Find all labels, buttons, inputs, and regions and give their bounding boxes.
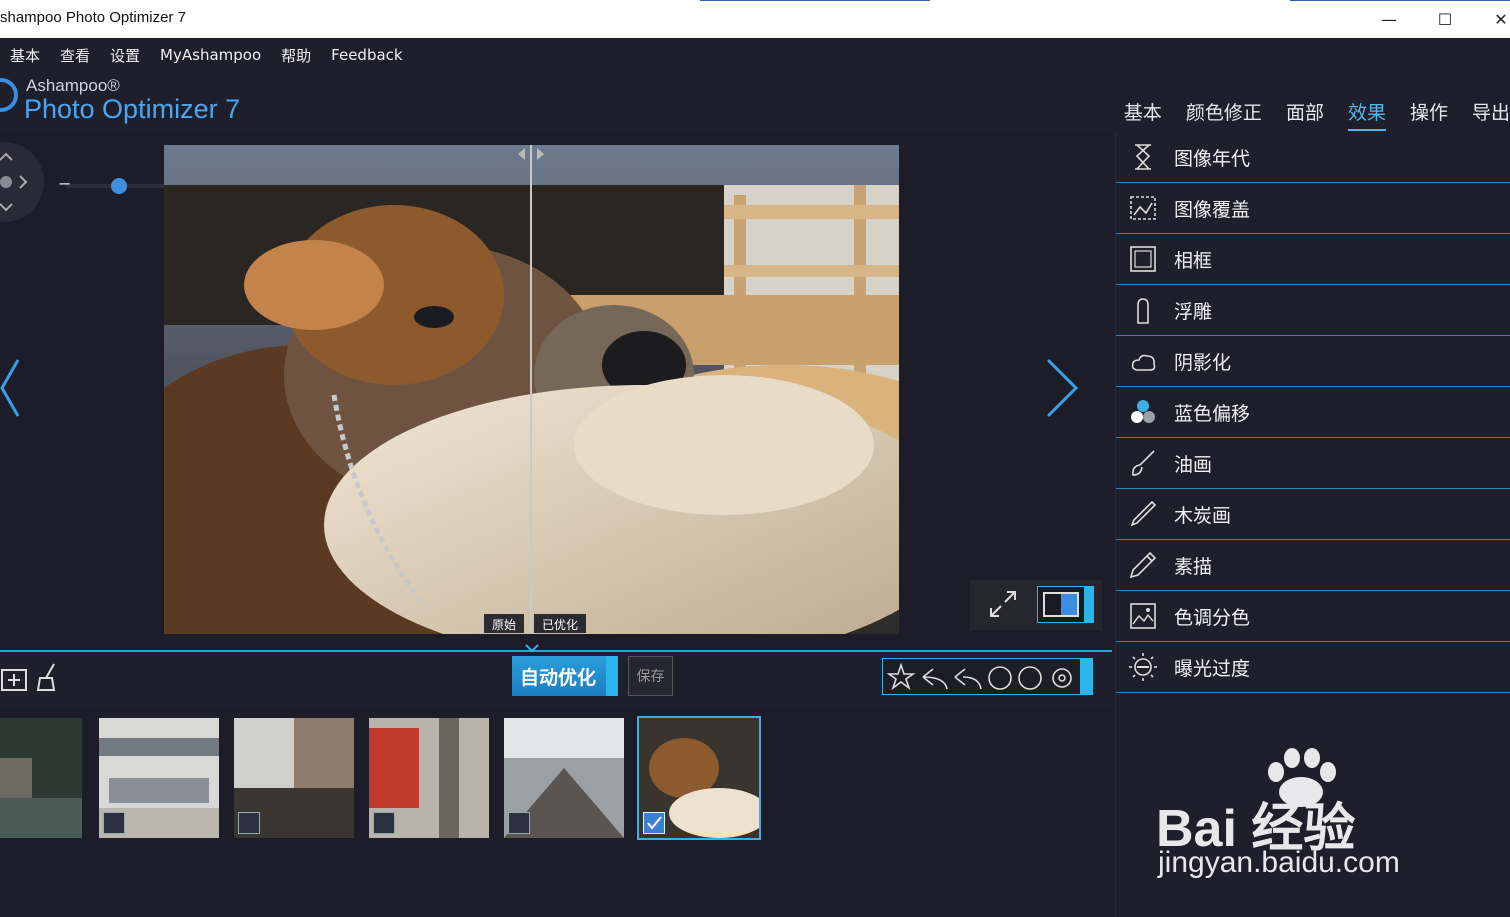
effect-blue-shift[interactable]: 蓝色偏移 (1116, 387, 1510, 438)
tab-face[interactable]: 面部 (1286, 98, 1324, 131)
compare-divider[interactable] (530, 145, 532, 633)
effect-image-age[interactable]: 图像年代 (1116, 132, 1510, 183)
blue-shift-icon (1131, 400, 1155, 423)
main-tabs: 基本 颜色修正 面部 效果 操作 导出 (1100, 98, 1510, 131)
pencil-icon (1129, 551, 1157, 579)
zoom-out-icon[interactable]: − (58, 174, 71, 193)
thumbnail-checkbox[interactable] (103, 812, 125, 834)
effect-emboss[interactable]: 浮雕 (1116, 285, 1510, 336)
effect-label: 浮雕 (1174, 300, 1213, 323)
effect-label: 相框 (1174, 249, 1213, 272)
window-title: shampoo Photo Optimizer 7 (0, 9, 186, 26)
effect-label: 色调分色 (1174, 606, 1251, 629)
effect-frame[interactable]: 相框 (1116, 234, 1510, 285)
effect-overexposure[interactable]: 曝光过度 (1116, 642, 1510, 693)
frame-icon (1130, 246, 1156, 272)
close-button[interactable]: ✕ (1472, 0, 1510, 38)
pan-arrows-icon (0, 152, 28, 212)
logo-icon (0, 78, 18, 112)
thumbnail-platform[interactable] (504, 718, 624, 838)
effect-label: 阴影化 (1174, 351, 1232, 374)
charcoal-icon (1130, 500, 1157, 527)
next-image-icon[interactable] (1045, 358, 1079, 418)
zoom-handle[interactable] (111, 178, 128, 194)
tab-basic[interactable]: 基本 (1124, 98, 1162, 131)
effect-oil-painting[interactable]: 油画 (1116, 438, 1510, 489)
pan-navigator[interactable] (0, 142, 44, 222)
menu-basic[interactable]: 基本 (10, 45, 40, 66)
watermark-url: jingyan.baidu.com (1158, 846, 1400, 879)
thumbnail-checkbox[interactable] (238, 812, 260, 834)
effect-label: 蓝色偏移 (1174, 402, 1251, 425)
app-header: Ashampoo® Photo Optimizer 7 基本 颜色修正 面部 效… (0, 72, 1510, 132)
effect-label: 素描 (1174, 555, 1213, 578)
effect-label: 图像年代 (1174, 147, 1251, 170)
effect-shadow[interactable]: 阴影化 (1116, 336, 1510, 387)
effect-label: 图像覆盖 (1174, 198, 1251, 221)
optimized-label: 已优化 (534, 614, 587, 633)
divider-handle-icon[interactable] (515, 146, 547, 162)
minimize-button[interactable]: — (1360, 0, 1418, 38)
image-viewer: − + (0, 132, 1112, 650)
menu-myashampoo[interactable]: MyAshampoo (160, 46, 261, 64)
effect-posterize[interactable]: 色调分色 (1116, 591, 1510, 642)
hourglass-icon (1135, 144, 1151, 170)
overexpose-icon (1129, 653, 1157, 681)
logo-brand: Ashampoo® (26, 76, 120, 95)
maximize-button[interactable]: ☐ (1416, 0, 1474, 38)
emboss-icon (1137, 298, 1149, 324)
original-label: 原始 (484, 614, 525, 633)
effect-label: 曝光过度 (1174, 657, 1251, 680)
fullscreen-icon[interactable] (985, 588, 1021, 622)
effect-label: 油画 (1174, 453, 1213, 476)
shadow-icon (1131, 354, 1156, 371)
logo-product: Photo Optimizer 7 (24, 94, 241, 124)
add-folder-icon[interactable] (0, 662, 30, 692)
tab-color-correction[interactable]: 颜色修正 (1186, 98, 1262, 131)
thumbnail-bikes[interactable] (234, 718, 354, 838)
effect-charcoal[interactable]: 木炭画 (1116, 489, 1510, 540)
thumbnail-train[interactable] (369, 718, 489, 838)
brush-icon (1132, 450, 1155, 476)
split-view-icon (1043, 587, 1093, 622)
menu-view[interactable]: 查看 (60, 45, 90, 66)
thumbnail-checkbox[interactable] (508, 812, 530, 834)
posterize-icon (1130, 603, 1156, 629)
edit-tools-dropdown[interactable] (1080, 659, 1092, 694)
effect-label: 木炭画 (1174, 504, 1232, 527)
compare-mode-button[interactable] (1037, 586, 1094, 623)
thumbnail-checkbox-checked[interactable] (643, 812, 665, 834)
thumbnail-cow-selected[interactable] (637, 716, 761, 840)
menu-settings[interactable]: 设置 (110, 45, 140, 66)
checkmark-icon (647, 816, 662, 830)
auto-optimize-label: 自动优化 (520, 666, 597, 689)
menu-help[interactable]: 帮助 (281, 45, 311, 66)
thumbnail-image (0, 718, 82, 838)
overlay-icon (1130, 196, 1156, 220)
save-button[interactable]: 保存 (628, 656, 673, 696)
menu-feedback[interactable]: Feedback (331, 46, 402, 64)
thumbnail-station[interactable] (99, 718, 219, 838)
edit-tools-group (882, 658, 1093, 695)
clear-broom-icon[interactable] (34, 662, 64, 692)
edit-tools-icons (886, 662, 1072, 691)
title-bar: shampoo Photo Optimizer 7 — ☐ ✕ (0, 0, 1510, 38)
auto-optimize-dropdown[interactable] (606, 656, 618, 696)
effect-sketch[interactable]: 素描 (1116, 540, 1510, 591)
thumbnail-checkbox[interactable] (373, 812, 395, 834)
title-accent-line (700, 0, 930, 1)
tab-export[interactable]: 导出 (1472, 98, 1510, 131)
tab-operations[interactable]: 操作 (1410, 98, 1448, 131)
effect-image-overlay[interactable]: 图像覆盖 (1116, 183, 1510, 234)
tab-effects[interactable]: 效果 (1347, 98, 1386, 131)
auto-optimize-button[interactable]: 自动优化 (512, 656, 618, 696)
thumbnail-forest[interactable] (0, 718, 82, 838)
previous-image-icon[interactable] (0, 358, 20, 418)
filmstrip (0, 706, 1112, 917)
menu-bar: 基本 查看 设置 MyAshampoo 帮助 Feedback (0, 38, 1510, 72)
